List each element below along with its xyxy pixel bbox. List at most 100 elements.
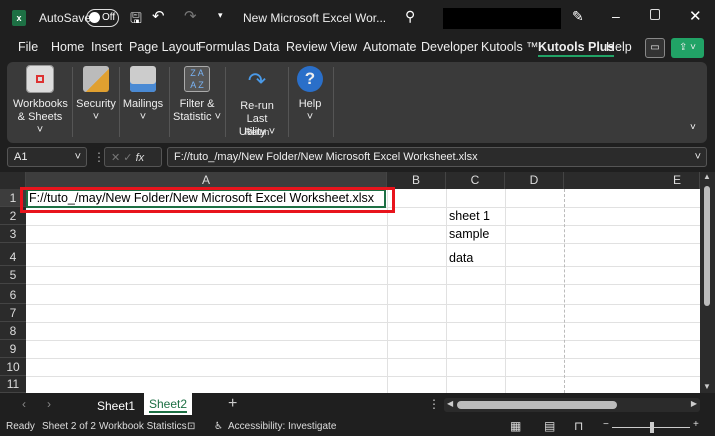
- help-button[interactable]: ? Help ˅: [292, 66, 328, 124]
- rerun-arrow-icon: ↷: [247, 68, 267, 93]
- tab-insert[interactable]: Insert: [91, 40, 122, 54]
- collapse-ribbon-icon[interactable]: ˅: [690, 122, 696, 133]
- zoom-in-icon[interactable]: +: [693, 419, 699, 430]
- lock-icon: [83, 66, 109, 92]
- tab-kutools[interactable]: Kutools ™: [481, 40, 539, 54]
- status-sheet-position: Sheet 2 of 2: [42, 421, 96, 432]
- security-button[interactable]: Security ˅: [75, 66, 117, 124]
- column-header-c[interactable]: C: [446, 172, 505, 189]
- worksheet-grid[interactable]: A B C D E 1 2 3 4 5 6 7 8 9 10 11 F://tu…: [0, 172, 700, 393]
- page-break-view-icon[interactable]: ⊓: [574, 419, 583, 433]
- row-header-3[interactable]: 3: [0, 225, 26, 243]
- tab-kutools-plus[interactable]: Kutools Plus: [538, 40, 615, 57]
- scroll-up-icon[interactable]: ▲: [703, 172, 711, 181]
- tab-developer[interactable]: Developer: [421, 40, 478, 54]
- undo-icon[interactable]: ↶: [152, 7, 165, 25]
- ribbon: Workbooks & Sheets ˅ Security ˅ Mailings ˅ …: [7, 62, 707, 143]
- excel-icon: x: [12, 10, 26, 26]
- more-options-icon[interactable]: ⋮: [428, 397, 440, 411]
- mailings-button[interactable]: Mailings ˅: [122, 66, 164, 124]
- close-icon[interactable]: ✕: [689, 7, 702, 25]
- sheet-tab-sheet1[interactable]: Sheet1: [97, 399, 135, 413]
- zoom-out-icon[interactable]: −: [603, 419, 609, 430]
- fx-icon[interactable]: fx: [136, 152, 145, 164]
- row-header-9[interactable]: 9: [0, 340, 26, 358]
- cell-c3[interactable]: sample: [449, 227, 489, 241]
- row-header-8[interactable]: 8: [0, 322, 26, 340]
- column-header-e[interactable]: E: [564, 172, 700, 189]
- scroll-right-icon[interactable]: ▶: [691, 399, 697, 408]
- column-header-d[interactable]: D: [505, 172, 564, 189]
- tab-review[interactable]: Review: [286, 40, 327, 54]
- tab-formulas[interactable]: Formulas: [198, 40, 250, 54]
- redo-icon[interactable]: ↷: [184, 7, 197, 25]
- tab-data[interactable]: Data: [253, 40, 279, 54]
- add-sheet-icon[interactable]: +: [228, 395, 237, 413]
- accessibility-icon[interactable]: ♿︎: [214, 421, 223, 432]
- customize-qat-icon[interactable]: ▾: [218, 10, 223, 21]
- sheet-tab-sheet2[interactable]: Sheet2: [144, 393, 192, 415]
- expand-formula-icon[interactable]: ˅: [695, 151, 701, 163]
- save-icon[interactable]: 🖫: [130, 8, 142, 32]
- enter-icon[interactable]: ✓: [123, 152, 132, 164]
- horizontal-scrollbar[interactable]: ◀ ▶: [444, 398, 700, 412]
- tab-help[interactable]: Help: [606, 40, 632, 54]
- zoom-slider-thumb[interactable]: [650, 422, 654, 433]
- help-icon: ?: [297, 66, 323, 92]
- status-bar: Ready Sheet 2 of 2 Workbook Statistics ⊡…: [0, 417, 715, 436]
- account-redacted: [443, 8, 561, 29]
- scroll-thumb[interactable]: [704, 186, 710, 306]
- minimize-icon[interactable]: –: [612, 8, 620, 24]
- row-header-7[interactable]: 7: [0, 304, 26, 322]
- cell-c2[interactable]: sheet 1: [449, 209, 490, 223]
- sheet-tab-bar: ‹ › Sheet1 Sheet2 + ⋮ ◀ ▶: [0, 393, 715, 417]
- mailings-icon: [130, 66, 156, 92]
- page-break-line: [564, 189, 565, 393]
- cell-c4[interactable]: data: [449, 251, 473, 265]
- share-icon[interactable]: ⇪ ˅: [671, 38, 704, 58]
- tab-file[interactable]: File: [18, 40, 38, 54]
- status-ready: Ready: [6, 421, 35, 432]
- tab-automate[interactable]: Automate: [363, 40, 417, 54]
- prev-sheet-icon[interactable]: ‹: [22, 397, 26, 411]
- name-box[interactable]: A1 ˅: [7, 147, 87, 167]
- normal-view-icon[interactable]: ▦: [510, 419, 521, 433]
- sort-az-icon: Z AA Z: [184, 66, 210, 92]
- vertical-scrollbar[interactable]: ▲ ▼: [700, 172, 715, 393]
- tab-page-layout[interactable]: Page Layout: [129, 40, 199, 54]
- row-header-5[interactable]: 5: [0, 266, 26, 284]
- formula-buttons: ✕ ✓ fx: [104, 147, 162, 167]
- formula-input[interactable]: F://tuto_/may/New Folder/New Microsoft E…: [167, 147, 707, 167]
- comments-icon[interactable]: ▭: [645, 38, 665, 58]
- highlight-box: [20, 187, 395, 213]
- scroll-down-icon[interactable]: ▼: [703, 382, 711, 391]
- formula-bar: A1 ˅ ⋮ ✕ ✓ fx F://tuto_/may/New Folder/Ne…: [0, 147, 715, 167]
- cancel-icon[interactable]: ✕: [111, 152, 120, 164]
- workbook-statistics[interactable]: Workbook Statistics: [99, 421, 187, 432]
- row-header-11[interactable]: 11: [0, 376, 26, 393]
- accessibility-status[interactable]: Accessibility: Investigate: [228, 421, 336, 432]
- search-icon[interactable]: ⚲: [405, 8, 415, 25]
- autosave-toggle[interactable]: Off: [86, 9, 119, 27]
- tab-view[interactable]: View: [330, 40, 357, 54]
- column-header-b[interactable]: B: [387, 172, 446, 189]
- row-header-6[interactable]: 6: [0, 284, 26, 304]
- macro-icon[interactable]: ⊡: [187, 421, 195, 432]
- autosave-label: AutoSave: [39, 11, 92, 25]
- row-header-10[interactable]: 10: [0, 358, 26, 376]
- page-layout-view-icon[interactable]: ▤: [544, 419, 555, 433]
- scroll-left-icon[interactable]: ◀: [447, 399, 453, 408]
- next-sheet-icon[interactable]: ›: [47, 397, 51, 411]
- chevron-down-icon: ˅: [74, 151, 81, 163]
- document-title[interactable]: New Microsoft Excel Wor...: [243, 11, 386, 25]
- pen-icon[interactable]: ✎: [572, 8, 584, 25]
- rerun-group-label: Rerun: [244, 127, 270, 137]
- tab-home[interactable]: Home: [51, 40, 84, 54]
- row-header-4[interactable]: 4: [0, 243, 26, 266]
- maximize-icon[interactable]: [650, 9, 660, 20]
- workbooks-icon: [26, 65, 54, 93]
- workbooks-sheets-button[interactable]: Workbooks & Sheets ˅: [13, 65, 68, 137]
- h-scroll-thumb[interactable]: [457, 401, 617, 409]
- title-bar: x AutoSave Off 🖫 ↶ ↷ ▾ New Microsoft Exc…: [0, 0, 715, 36]
- filter-statistic-button[interactable]: Z AA Z Filter & Statistic ˅: [171, 66, 223, 124]
